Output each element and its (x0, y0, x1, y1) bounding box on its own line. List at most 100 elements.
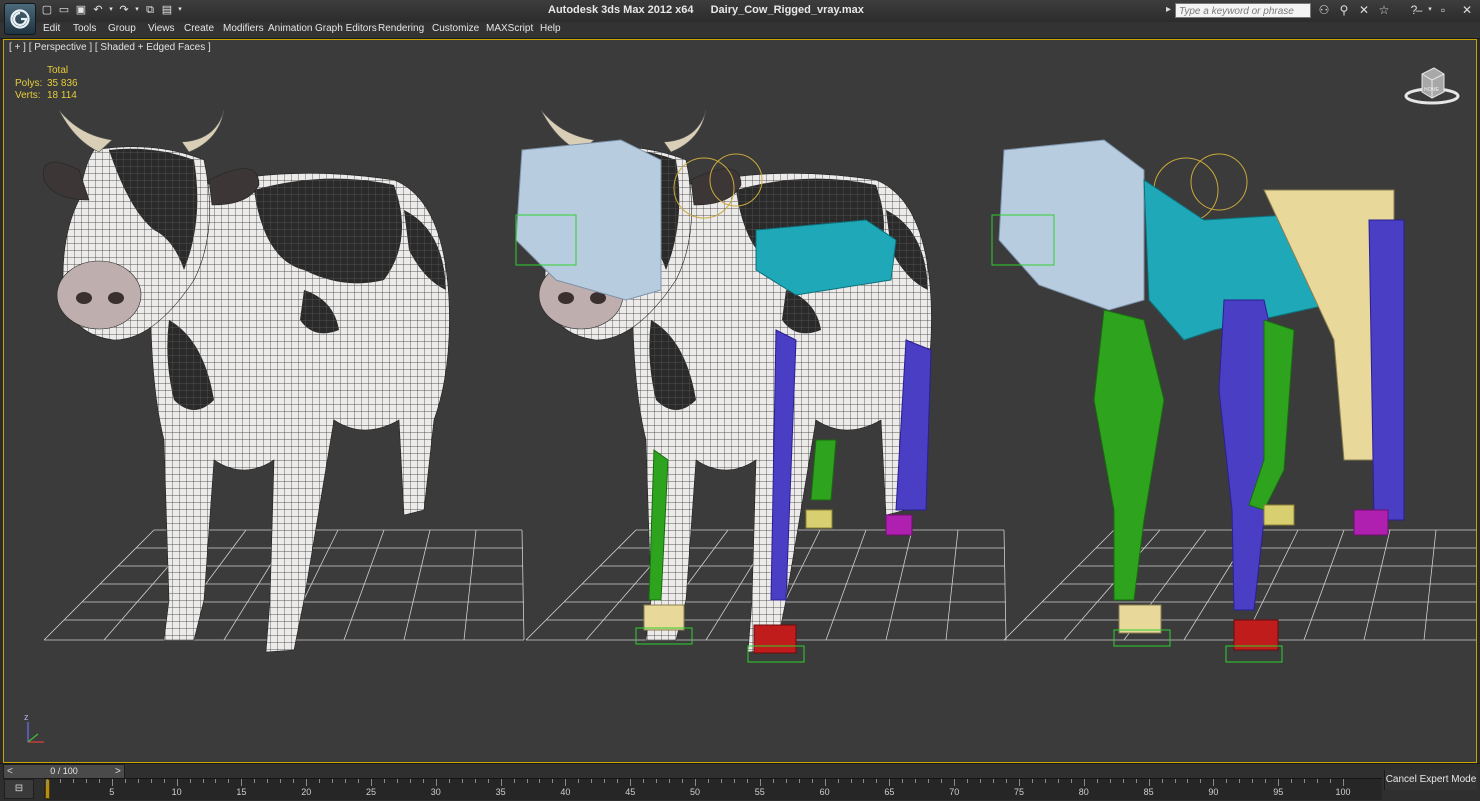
new-file-icon[interactable]: ▢ (40, 3, 54, 17)
timeline-tick (1161, 779, 1163, 783)
timeline-tick (1304, 779, 1306, 783)
menu-help[interactable]: Help (540, 23, 561, 34)
viewcube[interactable]: HOME (1402, 64, 1462, 108)
timeline-tick (150, 779, 152, 783)
search-input[interactable]: Type a keyword or phrase (1175, 3, 1311, 18)
time-slider[interactable]: < 0 / 100 > (3, 764, 125, 779)
timeline-tick (1291, 779, 1293, 783)
menu-maxscript[interactable]: MAXScript (486, 23, 533, 34)
menu-customize[interactable]: Customize (432, 23, 479, 34)
timeline-tick (215, 779, 217, 783)
menu-graph-editors[interactable]: Graph Editors (315, 23, 377, 34)
timeline-tick-label: 10 (171, 787, 182, 797)
maximize-icon[interactable]: ▫ (1436, 2, 1450, 18)
perspective-viewport[interactable]: z [ + ] [ Perspective ] [ Shaded + Edged… (3, 39, 1477, 763)
menu-edit[interactable]: Edit (43, 23, 60, 34)
timeline-tick-label: 90 (1208, 787, 1219, 797)
menu-bar: Edit Tools Group Views Create Modifiers … (0, 22, 1480, 39)
timeline-tick (928, 779, 930, 783)
timeline-tick-label: 25 (366, 787, 377, 797)
undo-icon[interactable]: ↶ (91, 3, 105, 17)
subscription-icon[interactable]: ⚲ (1337, 3, 1351, 17)
timeline-tick (746, 779, 748, 783)
minimize-icon[interactable]: – (1412, 2, 1426, 18)
timeline-tick (1096, 779, 1098, 783)
open-file-icon[interactable]: ▭ (57, 3, 71, 17)
3dsmax-logo-icon (10, 9, 30, 29)
timeline-tick (1239, 779, 1241, 783)
timeline-tick (850, 779, 852, 783)
menu-tools[interactable]: Tools (73, 23, 96, 34)
timeline-tick (578, 779, 580, 783)
undo-dropdown-icon[interactable]: ▾ (108, 3, 114, 17)
cow-rig-skeleton[interactable] (991, 139, 1476, 663)
menu-animation[interactable]: Animation (268, 23, 312, 34)
time-slider-next-button[interactable]: > (115, 765, 121, 778)
menu-rendering[interactable]: Rendering (378, 23, 424, 34)
redo-icon[interactable]: ↷ (117, 3, 131, 17)
menu-views[interactable]: Views (148, 23, 175, 34)
timeline-tick (474, 779, 476, 783)
timeline-tick (1135, 779, 1137, 783)
communication-icon[interactable]: ✕ (1357, 3, 1371, 17)
open-mini-curve-editor-icon[interactable]: ⊟ (4, 779, 34, 799)
timeline-tick (1187, 779, 1189, 783)
timeline-tick (1200, 779, 1202, 783)
timeline-tick (1019, 779, 1020, 786)
timeline-tick (461, 779, 463, 783)
viewcube-label: HOME (1424, 87, 1440, 93)
hold-icon[interactable]: ⧉ (143, 3, 157, 17)
timeline-tick (954, 779, 956, 786)
cow-mesh[interactable] (42, 109, 525, 653)
timeline-tick (1213, 779, 1215, 786)
timeline-tick (1070, 779, 1072, 783)
application-button[interactable] (4, 3, 36, 35)
menu-modifiers[interactable]: Modifiers (223, 23, 264, 34)
timeline-tick (682, 779, 684, 783)
timeline-tick (371, 779, 372, 786)
timeline-tick (228, 779, 230, 783)
timeline-tick (1226, 779, 1228, 783)
quick-access-dropdown-icon[interactable]: ▾ (177, 3, 183, 17)
timeline-tick (1265, 779, 1267, 783)
svg-text:z: z (24, 712, 29, 722)
timeline-tick (241, 779, 243, 786)
timeline-tick (1317, 779, 1319, 783)
cow-mesh-with-rig[interactable] (515, 109, 1007, 663)
timeline-tick (539, 779, 541, 783)
favorites-star-icon[interactable]: ☆ (1377, 3, 1391, 17)
timeline-tick-label: 35 (495, 787, 506, 797)
timeline-tick-label: 30 (430, 787, 441, 797)
close-icon[interactable]: ✕ (1460, 2, 1474, 18)
redo-dropdown-icon[interactable]: ▾ (134, 3, 140, 17)
timeline-tick (1343, 779, 1344, 786)
binoculars-icon[interactable]: ⚇ (1317, 3, 1331, 17)
save-file-icon[interactable]: ▣ (74, 3, 88, 17)
timeline-tick (358, 779, 360, 783)
axis-gizmo: z (24, 712, 44, 743)
timeline-tick (293, 779, 295, 783)
timeline-tick (630, 779, 632, 786)
menu-group[interactable]: Group (108, 23, 136, 34)
timeline-tick-label: 65 (884, 787, 895, 797)
timeline-tick-label: 100 (1335, 787, 1351, 797)
timeline-tick (202, 779, 204, 783)
track-bar[interactable]: 5 10 15 20 25 30 35 40 45 50 55 60 65 70 75 80 85 90 95 100 (44, 778, 1382, 800)
timeline-tick (993, 779, 995, 783)
viewport-label-menu[interactable]: [ + ] [ Perspective ] [ Shaded + Edged F… (9, 42, 211, 53)
timeline-tick (720, 779, 722, 783)
timeline-tick (617, 779, 619, 783)
timeline-tick (811, 779, 813, 783)
cancel-expert-mode-button[interactable]: Cancel Expert Mode (1384, 770, 1477, 790)
timeline-tick (137, 779, 139, 783)
timeline-tick (383, 779, 385, 783)
menu-create[interactable]: Create (184, 23, 214, 34)
verts-value: 18 114 (47, 90, 77, 101)
quick-access-toolbar: ▢ ▭ ▣ ↶ ▾ ↷ ▾ ⧉ ▤ ▾ (40, 3, 183, 19)
search-expand-icon[interactable]: ▸ (1166, 4, 1171, 15)
timeline-tick-label: 15 (236, 787, 247, 797)
timeline-tick-label: 70 (949, 787, 960, 797)
timeline-tick-label: 40 (560, 787, 571, 797)
timeline-tick (552, 779, 554, 783)
project-folder-icon[interactable]: ▤ (160, 3, 174, 17)
